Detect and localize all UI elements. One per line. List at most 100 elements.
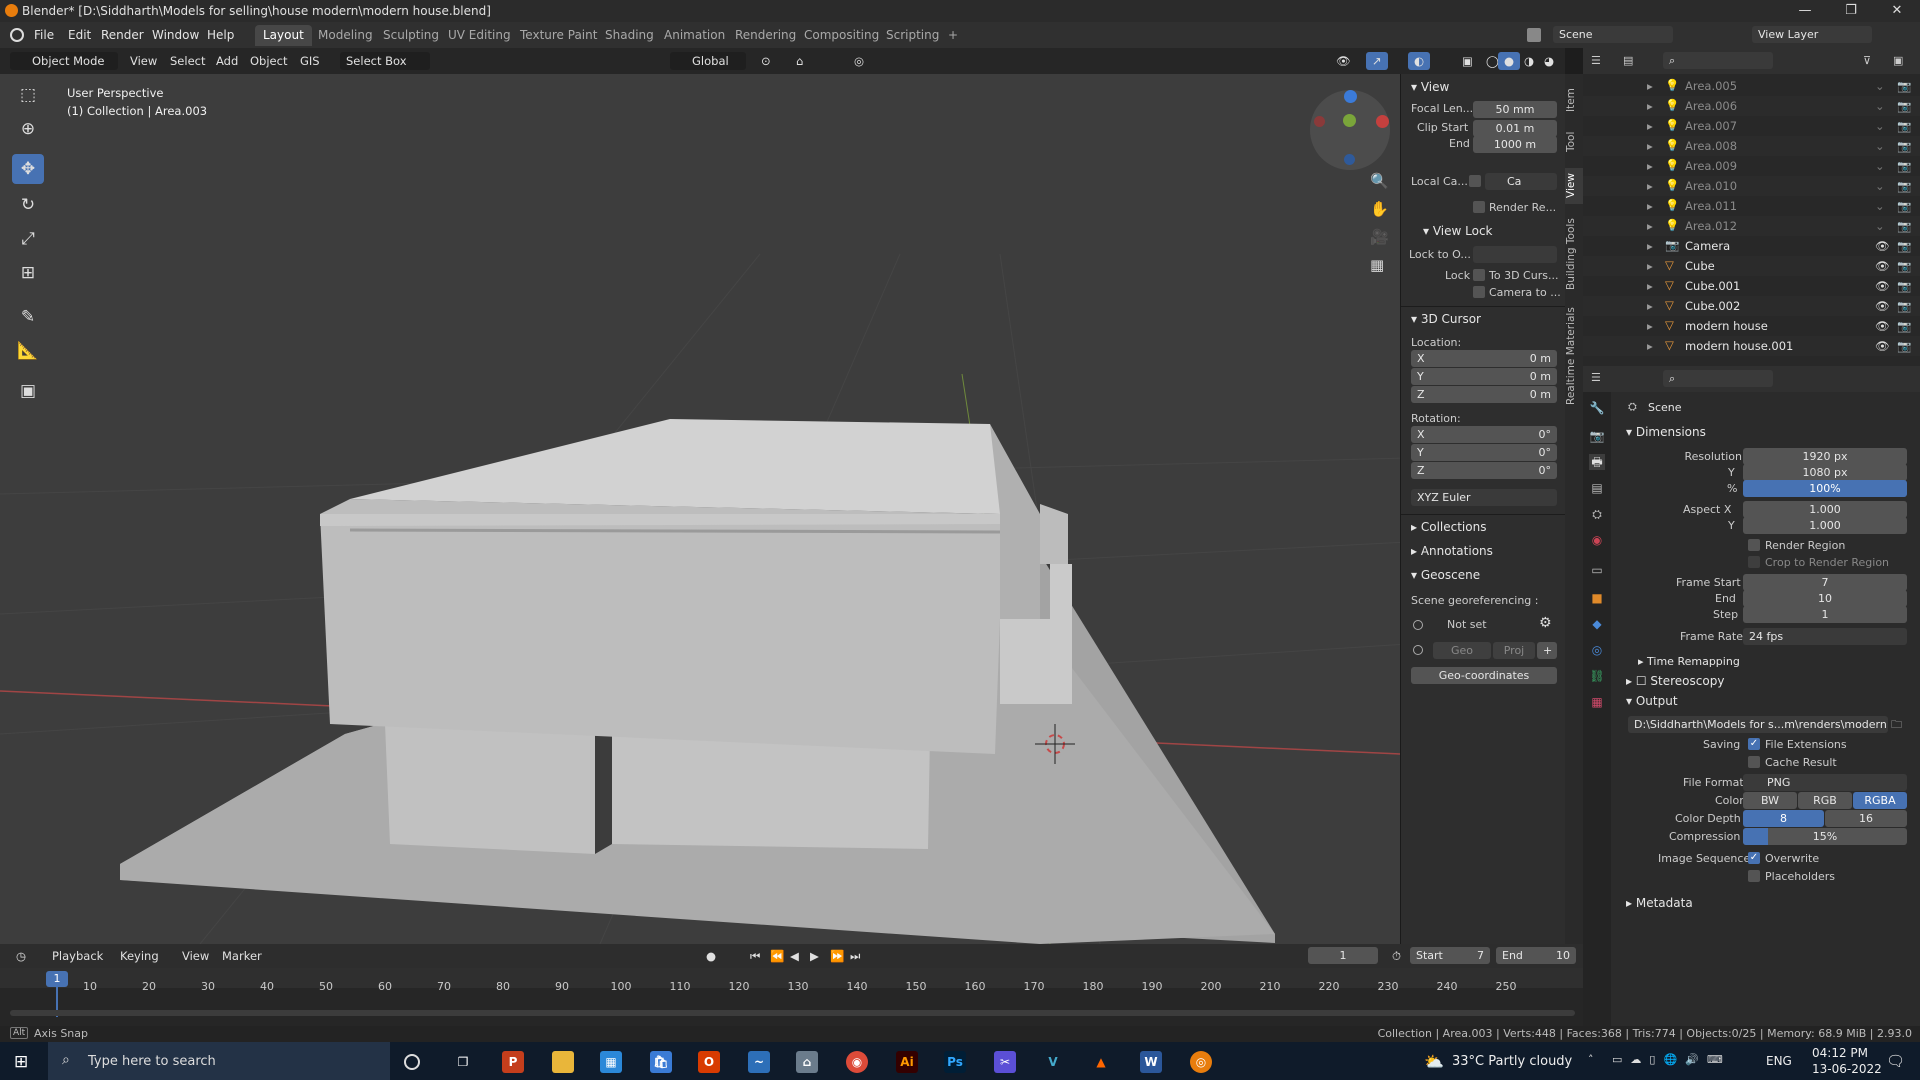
record-icon[interactable]: ●	[700, 947, 722, 965]
keying-menu[interactable]: Keying	[114, 947, 165, 965]
visibility-icon[interactable]: 👁	[1330, 52, 1357, 70]
clip-end-field[interactable]: 1000 m	[1473, 136, 1557, 153]
properties-search-input[interactable]: ⌕	[1663, 370, 1773, 387]
tab-rendering[interactable]: Rendering	[727, 25, 804, 46]
solid-shading-icon[interactable]: ●	[1498, 52, 1521, 70]
expand-arrow-icon[interactable]: ▸	[1647, 159, 1653, 173]
crop-checkbox[interactable]	[1748, 556, 1760, 568]
render-camera-icon[interactable]: 📷	[1897, 299, 1911, 313]
render-camera-icon[interactable]: 📷	[1897, 239, 1911, 253]
visibility-eye-icon[interactable]: ⌄	[1875, 79, 1885, 93]
lock-cursor-checkbox[interactable]	[1473, 269, 1485, 281]
display-mode-icon[interactable]: ▤	[1623, 54, 1633, 67]
tool-props-icon[interactable]: 🔧	[1589, 400, 1605, 416]
powerpoint-icon[interactable]: P	[502, 1051, 524, 1073]
local-camera-field[interactable]: Ca	[1485, 173, 1557, 190]
depth-16-button[interactable]: 16	[1825, 810, 1907, 827]
tab-uv-editing[interactable]: UV Editing	[440, 25, 519, 46]
file-extensions-checkbox[interactable]: ✓	[1748, 738, 1760, 750]
render-camera-icon[interactable]: 📷	[1897, 199, 1911, 213]
visibility-eye-icon[interactable]: ⌄	[1875, 139, 1885, 153]
cortana-icon[interactable]	[404, 1054, 420, 1070]
move-tool-icon[interactable]: ✥	[12, 154, 44, 184]
outliner-row[interactable]: ▸ ▽ Cube.002 👁 📷	[1583, 296, 1920, 316]
world-props-icon[interactable]: ◉	[1589, 532, 1605, 548]
mode-dropdown[interactable]: Object Mode	[10, 52, 118, 70]
object-menu[interactable]: Object	[244, 52, 293, 70]
render-camera-icon[interactable]: 📷	[1897, 159, 1911, 173]
view-menu[interactable]: View	[124, 52, 163, 70]
gizmo-z-icon[interactable]	[1344, 90, 1357, 103]
menu-file[interactable]: File	[34, 28, 54, 42]
render-camera-icon[interactable]: 📷	[1897, 99, 1911, 113]
menu-window[interactable]: Window	[152, 28, 199, 42]
cursor-loc-y[interactable]: Y0 m	[1411, 368, 1557, 385]
cursor-loc-x[interactable]: X0 m	[1411, 350, 1557, 367]
modifier-props-icon[interactable]: ◆	[1589, 616, 1605, 632]
visibility-eye-icon[interactable]: ⌄	[1875, 119, 1885, 133]
current-frame-field[interactable]: 1	[1308, 947, 1378, 964]
app-icon-4[interactable]: ✂	[994, 1051, 1016, 1073]
outliner-row[interactable]: ▸ ▽ modern house.001 👁 📷	[1583, 336, 1920, 356]
properties-editor-type-icon[interactable]: ☰	[1591, 371, 1601, 384]
frame-end-field[interactable]: 10	[1743, 590, 1907, 607]
res-y-field[interactable]: 1080 px	[1743, 464, 1907, 481]
pan-hand-icon[interactable]: ✋	[1370, 200, 1389, 218]
render-camera-icon[interactable]: 📷	[1897, 259, 1911, 273]
navigation-gizmo[interactable]	[1310, 90, 1390, 170]
output-path-field[interactable]: D:\Siddharth\Models for s...m\renders\mo…	[1628, 716, 1888, 733]
zoom-icon[interactable]: 🔍	[1370, 172, 1389, 190]
office-icon[interactable]: O	[698, 1051, 720, 1073]
aspect-y-field[interactable]: 1.000	[1743, 517, 1907, 534]
visibility-eye-icon[interactable]: ⌄	[1875, 159, 1885, 173]
taskbar-search-box[interactable]: ⌕ Type here to search	[48, 1042, 390, 1080]
frame-start-field[interactable]: 7	[1743, 574, 1907, 591]
outliner-row[interactable]: ▸ 📷 Camera 👁 📷	[1583, 236, 1920, 256]
cursor-rot-y[interactable]: Y 0°	[1411, 444, 1557, 461]
gizmo-y-icon[interactable]	[1343, 114, 1356, 127]
visibility-eye-icon[interactable]: ⌄	[1875, 199, 1885, 213]
file-explorer-icon[interactable]	[552, 1051, 574, 1073]
3d-viewport[interactable]: User Perspective (1) Collection | Area.0…	[0, 74, 1565, 944]
new-collection-icon[interactable]: ▣	[1893, 54, 1903, 67]
res-pct-field[interactable]: 100%	[1743, 480, 1907, 497]
outliner-row[interactable]: ▸ 💡 Area.008 ⌄ 📷	[1583, 136, 1920, 156]
weather-text[interactable]: 33°C Partly cloudy	[1452, 1054, 1572, 1069]
visibility-eye-icon[interactable]: 👁	[1875, 259, 1890, 273]
placeholders-checkbox[interactable]	[1748, 870, 1760, 882]
playhead[interactable]: 1	[46, 971, 68, 987]
depth-8-button[interactable]: 8	[1743, 810, 1824, 827]
start-frame-field[interactable]: Start 7	[1410, 947, 1490, 964]
clock-time[interactable]: 04:12 PM	[1812, 1046, 1868, 1060]
render-region-checkbox[interactable]	[1473, 201, 1485, 213]
blender-taskbar-icon[interactable]: ◎	[1190, 1051, 1212, 1073]
tab-tool[interactable]: Tool	[1565, 128, 1583, 156]
measure-tool-icon[interactable]: 📐	[12, 336, 44, 366]
outliner-row[interactable]: ▸ 💡 Area.010 ⌄ 📷	[1583, 176, 1920, 196]
expand-arrow-icon[interactable]: ▸	[1647, 299, 1653, 313]
outliner-row[interactable]: ▸ 💡 Area.006 ⌄ 📷	[1583, 96, 1920, 116]
gizmo-icon[interactable]: ↗	[1366, 52, 1388, 70]
proportional-icon[interactable]: ◎	[848, 52, 870, 70]
render-camera-icon[interactable]: 📷	[1897, 339, 1911, 353]
geo-coordinates-button[interactable]: Geo-coordinates	[1411, 667, 1557, 684]
select-box-dropdown[interactable]: Select Box	[340, 52, 430, 70]
metadata-section[interactable]: ▸ Metadata	[1626, 896, 1693, 910]
tab-compositing[interactable]: Compositing	[796, 25, 887, 46]
color-rgba-button[interactable]: RGBA	[1853, 792, 1907, 809]
rotation-mode-dropdown[interactable]: XYZ Euler	[1411, 489, 1557, 506]
render-camera-icon[interactable]: 📷	[1897, 279, 1911, 293]
photoshop-icon[interactable]: Ps	[944, 1051, 966, 1073]
collection-props-icon[interactable]: ▭	[1589, 562, 1605, 578]
dimensions-section[interactable]: ▾ Dimensions	[1626, 425, 1706, 439]
gizmo-x-icon[interactable]	[1376, 115, 1389, 128]
file-format-dropdown[interactable]: PNG	[1743, 774, 1907, 791]
visibility-eye-icon[interactable]: 👁	[1875, 279, 1890, 293]
play-reverse-icon[interactable]: ◀	[784, 947, 805, 965]
expand-arrow-icon[interactable]: ▸	[1647, 219, 1653, 233]
word-icon[interactable]: W	[1140, 1051, 1162, 1073]
visibility-eye-icon[interactable]: 👁	[1875, 319, 1890, 333]
render-camera-icon[interactable]: 📷	[1897, 319, 1911, 333]
chrome-icon[interactable]: ◉	[846, 1051, 868, 1073]
gis-menu[interactable]: GIS	[294, 52, 326, 70]
